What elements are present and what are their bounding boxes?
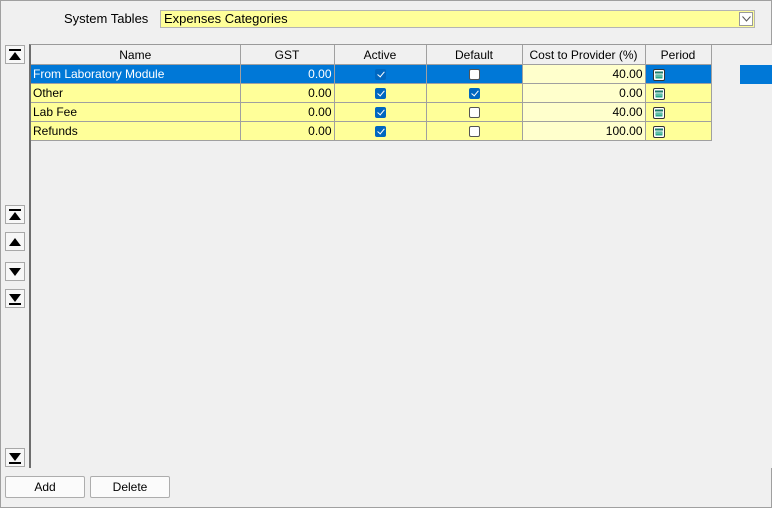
chevron-down-icon[interactable]: [739, 12, 753, 26]
cell-period[interactable]: [645, 121, 712, 141]
cell-active[interactable]: [334, 121, 427, 141]
move-first-icon: [9, 49, 21, 60]
table-row[interactable]: Lab Fee 0.00 40.00: [31, 102, 712, 122]
calendar-icon: [652, 106, 665, 119]
header-row: Name GST Active Default Cost to Provider…: [31, 45, 712, 65]
cell-period[interactable]: [645, 83, 712, 103]
move-last-icon: [9, 453, 21, 464]
move-up-button[interactable]: [5, 232, 25, 251]
table-row[interactable]: Refunds 0.00 100.00: [31, 121, 712, 141]
column-header-name[interactable]: Name: [31, 45, 241, 65]
move-last-button[interactable]: [5, 289, 25, 308]
cell-gst[interactable]: 0.00: [240, 121, 335, 141]
cell-name[interactable]: Other: [31, 83, 241, 103]
selection-extension: [740, 65, 772, 84]
cell-gst[interactable]: 0.00: [240, 83, 335, 103]
system-tables-value: Expenses Categories: [164, 11, 288, 26]
cell-active[interactable]: [334, 102, 427, 122]
column-header-cost[interactable]: Cost to Provider (%): [522, 45, 646, 65]
active-checkbox[interactable]: [374, 107, 386, 119]
cell-name[interactable]: Refunds: [31, 121, 241, 141]
cell-default[interactable]: [426, 83, 523, 103]
expenses-grid[interactable]: Name GST Active Default Cost to Provider…: [29, 44, 772, 468]
cell-default[interactable]: [426, 121, 523, 141]
calendar-icon: [652, 68, 665, 81]
cell-default[interactable]: [426, 102, 523, 122]
default-checkbox[interactable]: [468, 126, 480, 138]
scroll-top-button[interactable]: [5, 45, 25, 64]
cell-gst[interactable]: 0.00: [240, 102, 335, 122]
move-down-button[interactable]: [5, 262, 25, 281]
column-header-default[interactable]: Default: [426, 45, 523, 65]
active-checkbox[interactable]: [374, 88, 386, 100]
cell-cost[interactable]: 100.00: [522, 121, 646, 141]
default-checkbox[interactable]: [468, 107, 480, 119]
expenses-table: Name GST Active Default Cost to Provider…: [31, 45, 712, 141]
cell-active[interactable]: [334, 83, 427, 103]
default-checkbox[interactable]: [468, 69, 480, 81]
system-tables-combo[interactable]: Expenses Categories: [160, 10, 755, 28]
move-down-icon: [9, 268, 21, 276]
cell-cost[interactable]: 40.00: [522, 102, 646, 122]
default-checkbox[interactable]: [468, 88, 480, 100]
active-checkbox[interactable]: [374, 126, 386, 138]
cell-gst[interactable]: 0.00: [240, 64, 335, 84]
cell-period[interactable]: [645, 64, 712, 84]
move-first-button[interactable]: [5, 205, 25, 224]
calendar-icon: [652, 87, 665, 100]
delete-button[interactable]: Delete: [90, 476, 170, 498]
system-tables-label: System Tables: [64, 11, 149, 26]
cell-name[interactable]: From Laboratory Module: [31, 64, 241, 84]
scroll-bottom-button[interactable]: [5, 448, 25, 467]
cell-name[interactable]: Lab Fee: [31, 102, 241, 122]
column-header-gst[interactable]: GST: [240, 45, 335, 65]
move-up-icon: [9, 238, 21, 246]
column-header-active[interactable]: Active: [334, 45, 427, 65]
table-row[interactable]: Other 0.00 0.00: [31, 83, 712, 103]
calendar-icon: [652, 125, 665, 138]
cell-default[interactable]: [426, 64, 523, 84]
cell-cost[interactable]: 0.00: [522, 83, 646, 103]
add-button[interactable]: Add: [5, 476, 85, 498]
cell-cost[interactable]: 40.00: [522, 64, 646, 84]
cell-period[interactable]: [645, 102, 712, 122]
table-row[interactable]: From Laboratory Module 0.00 40.00: [31, 64, 712, 84]
active-checkbox[interactable]: [374, 69, 386, 81]
move-last-icon: [9, 294, 21, 305]
move-first-icon: [9, 209, 21, 220]
column-header-period[interactable]: Period: [645, 45, 712, 65]
cell-active[interactable]: [334, 64, 427, 84]
